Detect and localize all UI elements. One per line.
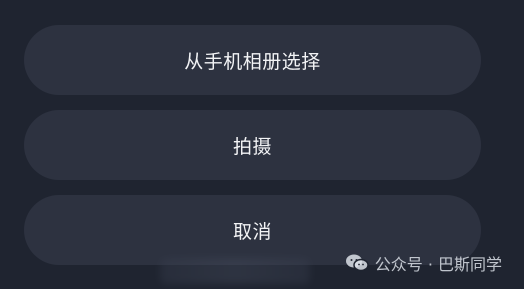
action-sheet: 从手机相册选择 拍摄 取消 公众号 · 巴斯同学 [0, 0, 524, 289]
wechat-icon [345, 254, 369, 272]
blurred-background-text [160, 258, 310, 284]
watermark: 公众号 · 巴斯同学 [345, 251, 502, 275]
watermark-text: 公众号 · 巴斯同学 [374, 255, 502, 274]
choose-from-album-button[interactable]: 从手机相册选择 [24, 25, 481, 95]
take-photo-button[interactable]: 拍摄 [24, 110, 481, 180]
